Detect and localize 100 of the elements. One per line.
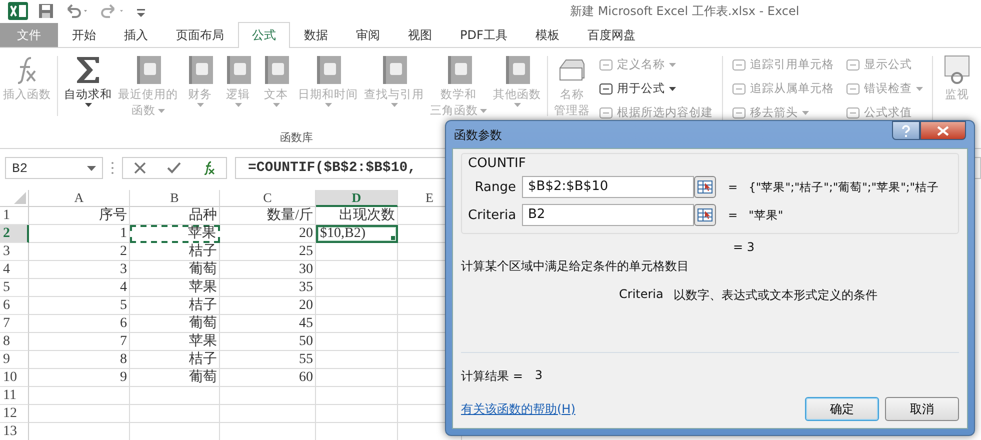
close-button[interactable] bbox=[920, 121, 966, 140]
table-cell: 45 bbox=[220, 315, 316, 333]
column-header[interactable]: A bbox=[29, 190, 130, 207]
help-icon bbox=[901, 124, 911, 136]
button-label: 日期和时间 bbox=[298, 87, 358, 102]
table-cell: $10,B2) bbox=[316, 225, 398, 243]
range-select-button[interactable] bbox=[694, 204, 716, 226]
insert-function-icon[interactable] bbox=[202, 161, 216, 175]
table-cell: 桔子 bbox=[130, 351, 220, 369]
window-title: 新建 Microsoft Excel 工作表.xlsx - Excel bbox=[570, 3, 800, 20]
argument-field[interactable]: $B$2:$B$10 bbox=[522, 176, 694, 198]
table-cell: 序号 bbox=[29, 207, 130, 225]
row-header[interactable]: 12 bbox=[0, 405, 29, 423]
row-header[interactable]: 3 bbox=[0, 243, 29, 261]
result-value: 3 bbox=[534, 368, 543, 384]
row-header[interactable]: 5 bbox=[0, 279, 29, 297]
command-icon bbox=[732, 58, 746, 72]
row-header[interactable]: 10 bbox=[0, 369, 29, 387]
name-box[interactable]: B2 bbox=[5, 157, 103, 179]
ribbon-tab[interactable]: 页面布局 bbox=[162, 23, 238, 47]
table-cell: 苹果 bbox=[130, 333, 220, 351]
range-select-button[interactable] bbox=[694, 176, 716, 198]
table-cell: 葡萄 bbox=[130, 369, 220, 387]
row-header[interactable]: 11 bbox=[0, 387, 29, 405]
table-cell: 25 bbox=[220, 243, 316, 261]
command-icon bbox=[599, 82, 613, 96]
ribbon-button[interactable]: 自动求和 bbox=[61, 52, 115, 128]
table-icon bbox=[697, 208, 713, 222]
command-icon bbox=[732, 106, 746, 120]
column-header[interactable]: B bbox=[130, 190, 220, 207]
table-cell: 9 bbox=[29, 369, 130, 387]
row-header[interactable]: 13 bbox=[0, 423, 29, 440]
row-header[interactable]: 7 bbox=[0, 315, 29, 333]
ribbon-command[interactable]: 用于公式 bbox=[597, 78, 715, 99]
command-icon bbox=[846, 58, 860, 72]
argument-label: Criteria bbox=[468, 208, 516, 222]
ribbon-tab[interactable]: 模板 bbox=[521, 23, 574, 47]
table-cell: 5 bbox=[29, 297, 130, 315]
monitor-icon bbox=[942, 54, 972, 86]
enter-check-icon[interactable] bbox=[166, 162, 180, 174]
button-label: 文本 bbox=[264, 87, 288, 102]
command-icon bbox=[599, 106, 613, 120]
table-cell: 4 bbox=[29, 279, 130, 297]
ok-button[interactable]: 确定 bbox=[805, 397, 879, 421]
table-cell: 1 bbox=[29, 225, 130, 243]
argument-name: Criteria bbox=[619, 287, 664, 303]
button-label: 逻辑 bbox=[226, 87, 250, 102]
ribbon-tab[interactable]: 审阅 bbox=[342, 23, 394, 47]
argument-result: = {"苹果";"桔子";"葡萄";"苹果";"桔子 bbox=[728, 180, 940, 194]
button-label: 自动求和 bbox=[64, 87, 112, 102]
command-icon bbox=[846, 106, 860, 120]
table-cell: 品种 bbox=[130, 207, 220, 225]
button-label: 函数 bbox=[132, 103, 164, 118]
function-description: 计算某个区域中满足给定条件的单元格数目 bbox=[461, 258, 690, 275]
ribbon-tab[interactable]: 数据 bbox=[290, 23, 342, 47]
table-cell: 葡萄 bbox=[130, 261, 220, 279]
ribbon-tab[interactable]: 百度网盘 bbox=[573, 23, 650, 47]
button-label: 三角函数 bbox=[430, 103, 487, 118]
command-icon bbox=[599, 58, 613, 72]
ribbon-tab[interactable]: 公式 bbox=[238, 22, 290, 48]
help-button[interactable] bbox=[892, 121, 920, 140]
more-icon bbox=[111, 161, 114, 175]
ribbon-tab[interactable]: PDF工具 bbox=[446, 23, 522, 47]
cancel-button[interactable]: 取消 bbox=[885, 397, 959, 421]
ribbon-tab[interactable]: 插入 bbox=[110, 23, 162, 47]
button-label: 数学和 bbox=[440, 87, 476, 102]
caret-icon bbox=[87, 166, 96, 170]
table-cell: 桔子 bbox=[130, 243, 220, 261]
button-label: 最近使用的 bbox=[118, 87, 178, 102]
argument-field[interactable]: B2 bbox=[522, 204, 694, 226]
table-cell: 葡萄 bbox=[130, 315, 220, 333]
button-label: 管理器 bbox=[554, 103, 590, 118]
cancel-icon[interactable] bbox=[134, 162, 146, 174]
row-header[interactable]: 9 bbox=[0, 351, 29, 369]
argument-result: = "苹果" bbox=[728, 208, 784, 222]
button-label: 名称 bbox=[560, 87, 584, 102]
result-label: 计算结果 = bbox=[461, 368, 523, 385]
row-header[interactable]: 8 bbox=[0, 333, 29, 351]
function-name: COUNTIF bbox=[468, 156, 527, 171]
table-cell: 8 bbox=[29, 351, 130, 369]
row-header[interactable]: 4 bbox=[0, 261, 29, 279]
dialog-title: 函数参数 bbox=[454, 127, 502, 144]
help-link[interactable]: 有关该函数的帮助(H) bbox=[461, 400, 576, 418]
command-icon bbox=[732, 82, 746, 96]
argument-label: Range bbox=[474, 180, 516, 194]
button-label: 插入函数 bbox=[3, 87, 51, 102]
row-header[interactable]: 6 bbox=[0, 297, 29, 315]
formula-result: = 3 bbox=[733, 240, 756, 254]
column-header[interactable]: D bbox=[316, 190, 398, 207]
ribbon-tab[interactable]: 开始 bbox=[58, 23, 110, 47]
ribbon-tab[interactable]: 视图 bbox=[394, 23, 446, 47]
button-label: 财务 bbox=[188, 87, 212, 102]
table-icon bbox=[697, 180, 713, 194]
close-icon bbox=[937, 126, 949, 136]
table-cell: 6 bbox=[29, 315, 130, 333]
table-cell: 3 bbox=[29, 261, 130, 279]
save-icon[interactable] bbox=[38, 3, 54, 19]
argument-description: 以数字、表达式或文本形式定义的条件 bbox=[673, 287, 878, 304]
table-cell: 桔子 bbox=[130, 297, 220, 315]
row-header[interactable]: 2 bbox=[0, 225, 29, 243]
